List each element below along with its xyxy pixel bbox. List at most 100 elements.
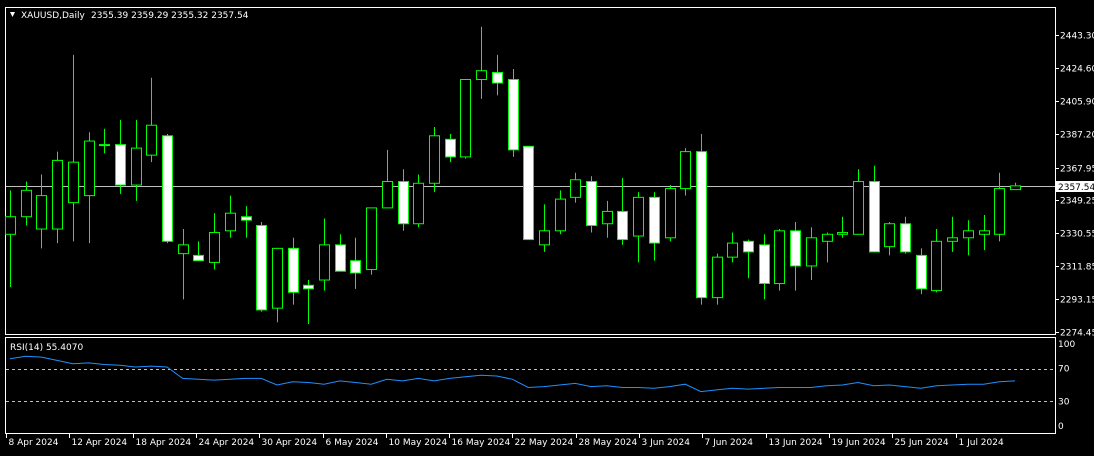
candle	[193, 241, 204, 262]
rsi-label: RSI(14) 55.4070	[10, 343, 83, 353]
candle	[68, 54, 79, 242]
candle	[963, 220, 974, 256]
candle	[476, 26, 487, 99]
bull-candle-body	[209, 232, 220, 263]
bear-candle-body	[288, 247, 299, 293]
candle	[146, 77, 157, 163]
bull-candle-body	[979, 230, 990, 235]
bear-candle-body	[759, 244, 770, 285]
rsi-tick-label: 30	[1058, 397, 1070, 407]
candle	[837, 216, 848, 238]
bull-candle-body	[460, 79, 471, 158]
candle	[508, 68, 519, 157]
candle	[492, 54, 503, 96]
bear-candle-body	[790, 230, 801, 267]
dropdown-triangle-icon[interactable]	[10, 12, 15, 17]
price-tick-label: 2424.60	[1060, 65, 1094, 75]
price-tick-label: 2274.45	[1060, 329, 1094, 339]
candle	[209, 213, 220, 270]
bull-candle-body	[1010, 185, 1021, 191]
bull-candle-body	[84, 140, 95, 197]
candle	[115, 119, 126, 194]
candle	[225, 195, 236, 238]
candle	[727, 232, 738, 263]
time-tick-label: 30 Apr 2024	[262, 438, 318, 448]
time-tick-label: 19 Jun 2024	[832, 438, 886, 448]
bear-candle-body	[445, 138, 456, 158]
time-tick-label: 16 May 2024	[452, 438, 511, 448]
candle	[712, 253, 723, 305]
candle	[84, 132, 95, 244]
candle	[52, 151, 63, 244]
candle	[586, 176, 597, 233]
time-tick-label: 1 Jul 2024	[959, 438, 1004, 448]
candle	[241, 206, 252, 238]
candle	[570, 172, 581, 203]
bull-candle-body	[774, 230, 785, 285]
candle	[1010, 182, 1021, 191]
bear-candle-body	[869, 181, 880, 253]
bear-candle-body	[696, 151, 707, 299]
bear-candle-body	[508, 79, 519, 151]
bull-candle-body	[68, 161, 79, 204]
candle	[822, 232, 833, 263]
candle	[743, 239, 754, 279]
bull-candle-body	[837, 232, 848, 235]
rsi-tick-label: 70	[1058, 365, 1070, 375]
candle	[366, 207, 377, 275]
bull-candle-body	[947, 237, 958, 242]
candle	[303, 280, 314, 324]
bull-candle-body	[806, 237, 817, 267]
candle	[931, 229, 942, 293]
candle	[382, 149, 393, 209]
rsi-tick-label: 100	[1058, 340, 1075, 350]
candle	[696, 134, 707, 305]
price-tick-label: 2367.95	[1060, 165, 1094, 175]
candle	[759, 234, 770, 300]
candle	[99, 128, 110, 154]
candle	[994, 172, 1005, 242]
bear-candle-body	[492, 71, 503, 84]
rsi-tick-label: 0	[1058, 422, 1064, 432]
candle	[790, 221, 801, 291]
bull-candle-body	[539, 230, 550, 246]
candle	[178, 229, 189, 300]
time-tick-label: 3 Jun 2024	[642, 438, 691, 448]
time-tick-label: 25 Jun 2024	[895, 438, 949, 448]
bear-candle-body	[350, 260, 361, 274]
bull-candle-body	[36, 195, 47, 230]
candle	[539, 204, 550, 252]
time-tick-label: 22 May 2024	[515, 438, 574, 448]
current-price-label: 2357.54	[1058, 183, 1094, 193]
bull-candle-body	[570, 179, 581, 198]
bear-candle-body	[256, 224, 267, 311]
bear-candle-body	[115, 144, 126, 186]
time-tick-label: 24 Apr 2024	[199, 438, 255, 448]
time-tick-label: 10 May 2024	[389, 438, 448, 448]
bull-candle-body	[602, 210, 613, 225]
price-tick-label: 2330.55	[1060, 230, 1094, 240]
bull-candle-body	[931, 240, 942, 292]
time-tick-label: 8 Apr 2024	[9, 438, 59, 448]
time-tick-label: 7 Jun 2024	[705, 438, 754, 448]
bear-candle-body	[743, 240, 754, 253]
candle	[774, 229, 785, 291]
bull-candle-body	[413, 182, 424, 225]
bull-candle-body	[712, 256, 723, 299]
time-tick-label: 6 May 2024	[326, 438, 379, 448]
bull-candle-body	[994, 188, 1005, 235]
chart-header: XAUUSD,Daily 2355.39 2359.29 2355.32 235…	[10, 11, 249, 21]
candle	[900, 216, 911, 254]
candle	[806, 227, 817, 281]
candle	[869, 165, 880, 253]
ohlc-values: 2355.39 2359.29 2355.32 2357.54	[91, 11, 249, 21]
candle	[460, 79, 471, 159]
bull-candle-body	[555, 198, 566, 232]
bull-candle-body	[21, 189, 32, 218]
bear-candle-body	[586, 181, 597, 226]
symbol-timeframe: XAUUSD,Daily	[21, 11, 85, 21]
time-axis: 8 Apr 2024 12 Apr 2024 18 Apr 2024 24 Apr 2…	[6, 434, 1004, 448]
candle	[617, 178, 628, 245]
price-tick-label: 2387.20	[1060, 131, 1094, 141]
bull-candle-body	[963, 230, 974, 239]
